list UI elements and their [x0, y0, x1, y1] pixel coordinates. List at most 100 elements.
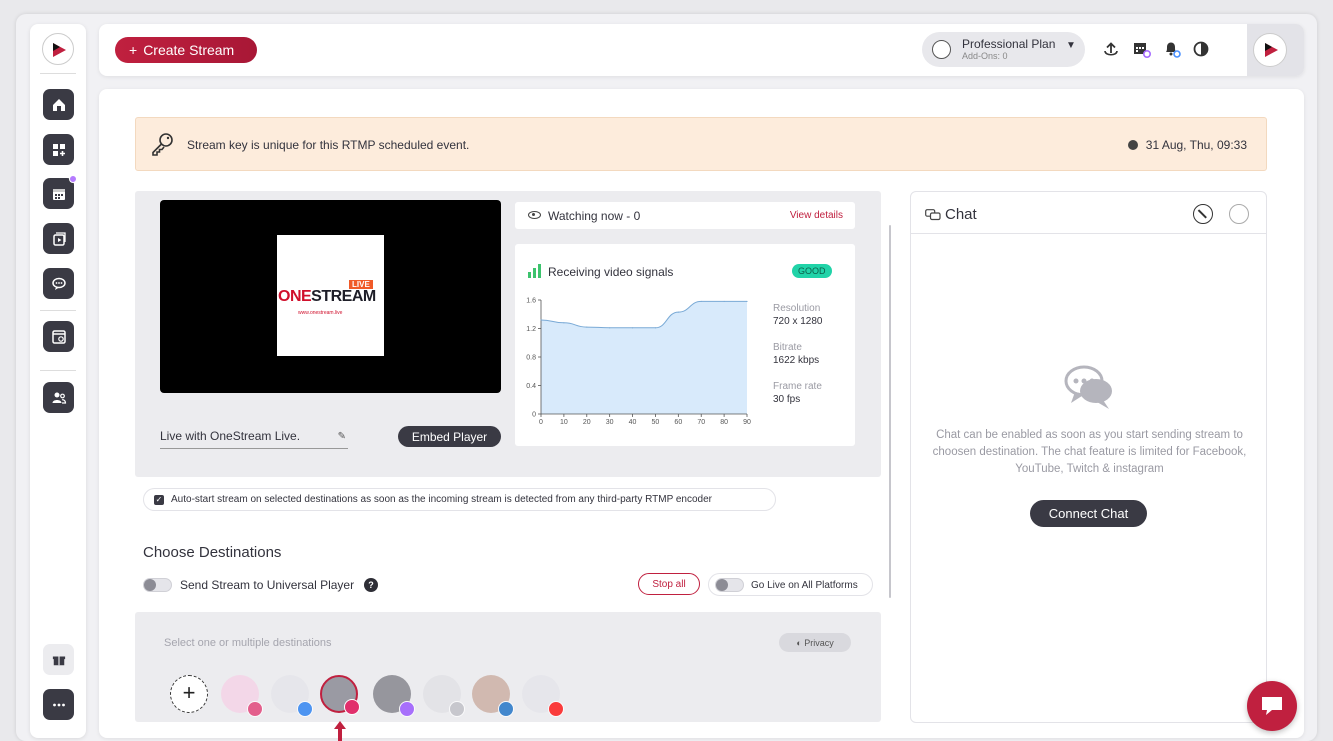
toggle-knob	[716, 579, 728, 591]
signal-status-badge: GOOD	[792, 264, 832, 278]
go-live-all-toggle[interactable]	[715, 578, 744, 592]
twitch-icon	[399, 701, 415, 717]
globe-icon	[1127, 140, 1138, 150]
stream-title-field[interactable]: Live with OneStream Live. ✎	[160, 429, 348, 449]
block-icon[interactable]	[1193, 204, 1213, 224]
sidebar-divider	[40, 310, 76, 311]
view-details-link[interactable]: View details	[790, 210, 843, 221]
x-tick-label: 50	[652, 419, 660, 426]
shield-icon: ◐	[796, 637, 805, 648]
sidebar-item-add-widget[interactable]	[43, 134, 74, 165]
bell-icon[interactable]	[1162, 39, 1182, 59]
destination-facebook[interactable]	[271, 675, 313, 717]
event-datetime: 31 Aug, Thu, 09:33	[1127, 138, 1247, 152]
sidebar-item-gift[interactable]	[43, 644, 74, 675]
video-preview[interactable]: LIVE ONESTREAM www.onestream.live	[160, 200, 501, 393]
arrow-up-icon	[334, 721, 346, 741]
go-live-all-option[interactable]: Go Live on All Platforms	[708, 573, 873, 596]
data-point	[677, 311, 679, 313]
x-tick-label: 60	[674, 419, 682, 426]
x-tick-label: 70	[697, 419, 705, 426]
chat-placeholder-icon	[1064, 365, 1112, 409]
add-destination-button[interactable]: +	[170, 675, 208, 713]
filter-icon[interactable]	[1229, 204, 1249, 224]
universal-player-label: Send Stream to Universal Player	[180, 578, 355, 592]
calendar-icon	[52, 188, 65, 200]
theme-toggle-icon[interactable]	[1191, 39, 1211, 59]
chat-panel: Chat Chat can be enabled as soon as you …	[910, 191, 1267, 723]
sidebar-item-web-player[interactable]	[43, 321, 74, 352]
x-tick-label: 30	[606, 419, 614, 426]
framerate-value: 30 fps	[773, 394, 801, 405]
onestream-brand: ONESTREAM	[278, 288, 376, 306]
brand-one: ONE	[278, 288, 312, 305]
users-icon	[52, 392, 66, 404]
schedule-calendar-icon[interactable]	[1132, 39, 1152, 59]
choose-destinations-title: Choose Destinations	[143, 544, 282, 561]
universal-player-toggle[interactable]	[143, 578, 172, 592]
destination-youtube[interactable]	[522, 675, 564, 717]
connect-chat-button[interactable]: Connect Chat	[1030, 500, 1147, 527]
y-tick-label: 1.2	[526, 326, 536, 333]
sidebar-item-team[interactable]	[43, 382, 74, 413]
plan-selector[interactable]: Professional Plan Add-Ons: 0 ▼	[922, 32, 1085, 67]
y-tick-label: 1.6	[526, 298, 536, 305]
stream-key-banner: Stream key is unique for this RTMP sched…	[135, 117, 1267, 171]
y-tick-label: 0.4	[526, 383, 536, 390]
data-point	[700, 300, 702, 303]
eye-icon	[528, 211, 541, 219]
home-icon	[52, 98, 65, 111]
autostart-text: Auto-start stream on selected destinatio…	[171, 494, 713, 505]
datetime-value: 31 Aug, Thu, 09:33	[1145, 138, 1247, 152]
youtube-icon	[548, 701, 564, 717]
scrollbar[interactable]	[889, 225, 891, 598]
gift-icon	[52, 656, 65, 665]
upload-icon[interactable]	[1101, 39, 1121, 59]
privacy-label: Privacy	[804, 637, 834, 648]
destinations-hint: Select one or multiple destinations	[164, 637, 332, 649]
more-icon	[52, 703, 65, 706]
instagram-icon	[344, 699, 360, 715]
create-stream-label: Create Stream	[143, 42, 235, 58]
destination-instagram[interactable]	[221, 675, 263, 717]
watching-count: Watching now - 0	[548, 209, 641, 223]
notification-dot	[69, 175, 77, 183]
data-point	[746, 300, 748, 303]
stop-all-button[interactable]: Stop all	[638, 573, 700, 595]
embed-player-button[interactable]: Embed Player	[398, 426, 501, 447]
destination-twitch[interactable]	[373, 675, 415, 717]
create-stream-button[interactable]: + Create Stream	[115, 37, 257, 63]
banner-text: Stream key is unique for this RTMP sched…	[187, 138, 470, 152]
autostart-checkbox[interactable]: ✓	[154, 495, 164, 505]
user-menu[interactable]	[1247, 24, 1304, 76]
rtmp-icon	[449, 701, 465, 717]
sidebar-item-library[interactable]	[43, 223, 74, 254]
caret-down-icon: ▼	[1066, 40, 1076, 51]
signal-title: Receiving video signals	[548, 265, 674, 279]
app-logo[interactable]	[42, 33, 74, 65]
sidebar-item-schedule[interactable]	[43, 175, 77, 209]
destination-linkedin[interactable]	[472, 675, 514, 717]
sidebar-item-home[interactable]	[43, 89, 74, 120]
resolution-label: Resolution	[773, 303, 821, 314]
autostart-option[interactable]: ✓ Auto-start stream on selected destinat…	[143, 488, 776, 511]
edit-icon[interactable]: ✎	[338, 431, 346, 442]
stream-title-text: Live with OneStream Live.	[160, 429, 301, 443]
sidebar-divider	[40, 370, 76, 371]
sidebar-item-more[interactable]	[43, 689, 74, 720]
help-icon[interactable]: ?	[364, 578, 378, 592]
x-tick-label: 20	[583, 419, 591, 426]
destination-instagram-selected[interactable]	[320, 675, 360, 715]
data-point	[563, 322, 565, 324]
x-tick-label: 10	[560, 419, 568, 426]
brand-url: www.onestream.live	[298, 310, 343, 316]
bitrate-label: Bitrate	[773, 342, 802, 353]
x-tick-label: 0	[539, 419, 543, 426]
framerate-label: Frame rate	[773, 381, 822, 392]
data-point	[540, 319, 542, 321]
support-chat-button[interactable]	[1247, 681, 1297, 731]
destination-rtmp[interactable]	[423, 675, 465, 717]
sidebar-item-chat[interactable]	[43, 268, 74, 299]
privacy-button[interactable]: ◐ Privacy	[779, 633, 851, 652]
onestream-thumbnail: LIVE ONESTREAM www.onestream.live	[277, 235, 384, 356]
